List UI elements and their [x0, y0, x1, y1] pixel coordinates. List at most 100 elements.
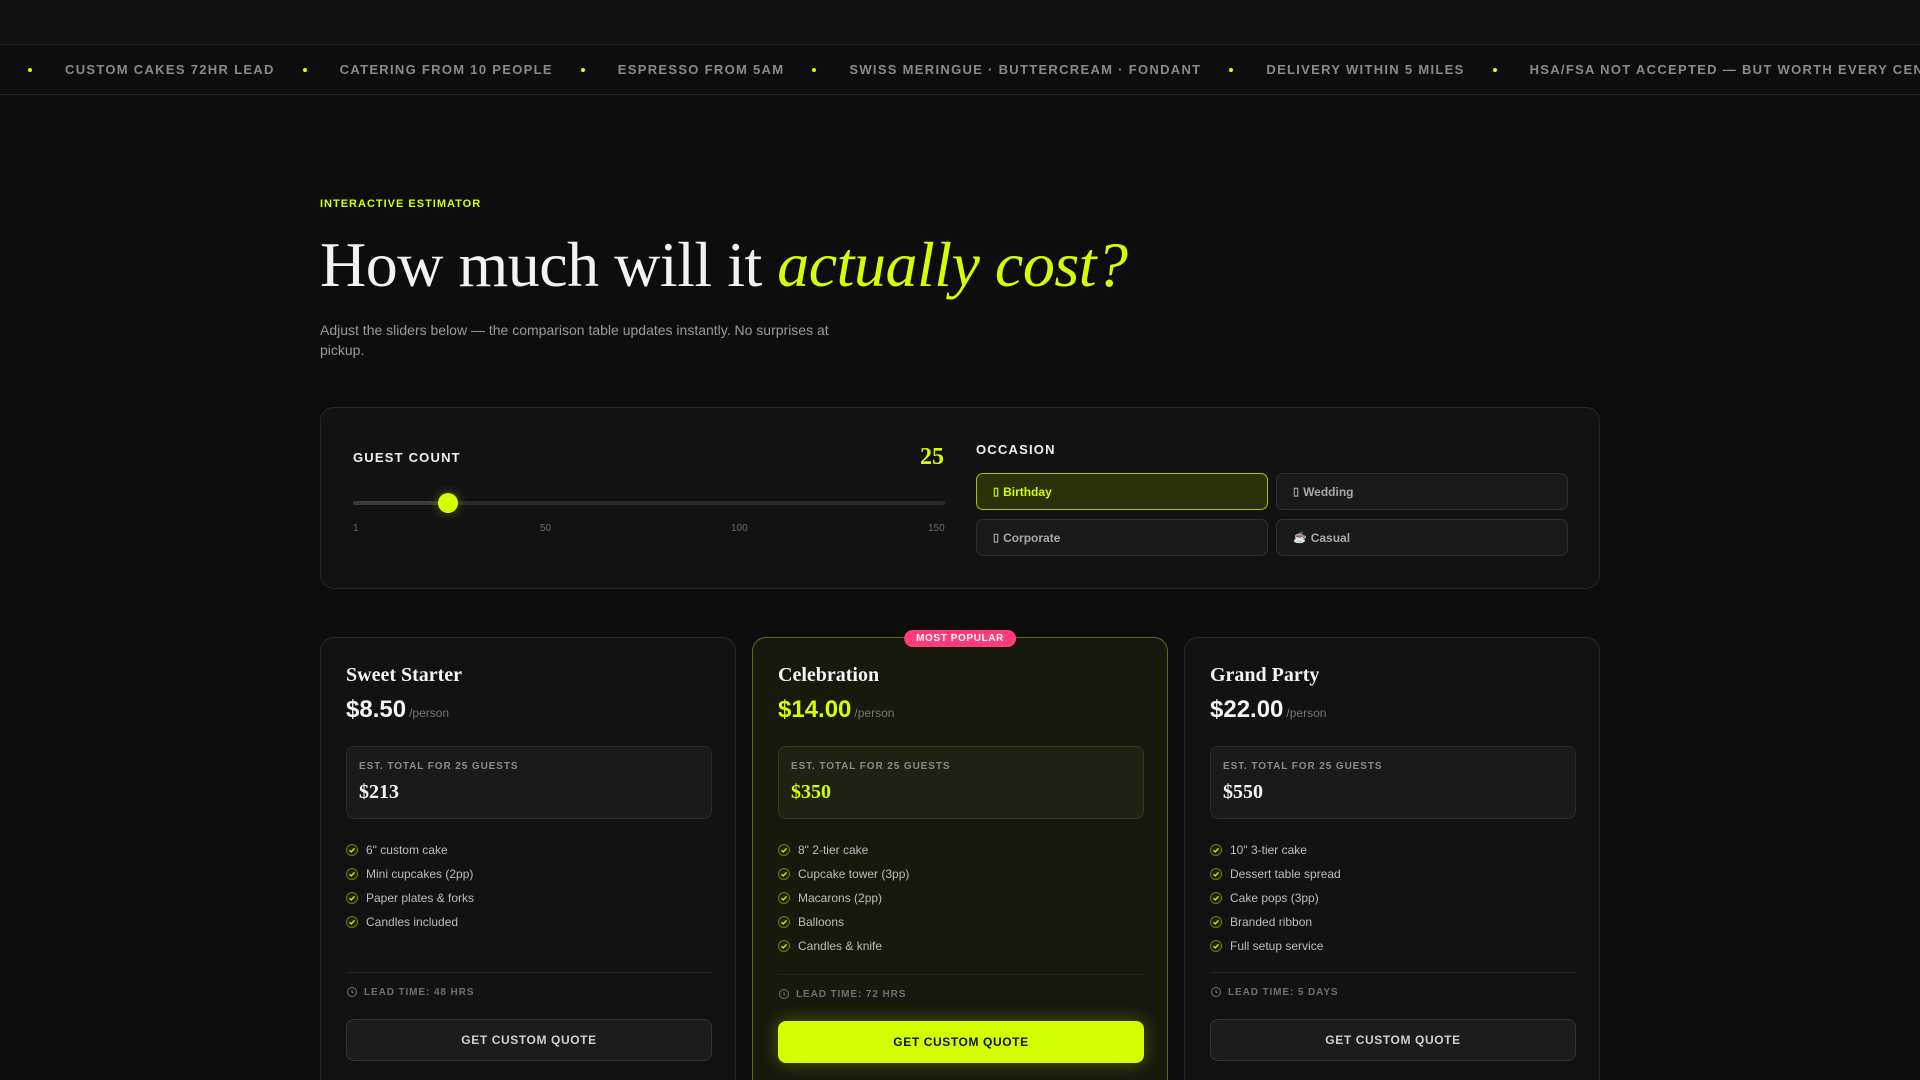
- estimate-total: $213: [359, 781, 399, 803]
- estimator-panel: GUEST COUNT 25 1 50 100 150 OCCASION ▯ B…: [320, 407, 1600, 589]
- feature-list: 6" custom cake Mini cupcakes (2pp) Paper…: [346, 838, 474, 934]
- feature-item: Full setup service: [1210, 934, 1341, 958]
- price-amount: $14.00: [778, 696, 852, 723]
- feature-text: Full setup service: [1230, 939, 1324, 953]
- feature-text: Mini cupcakes (2pp): [366, 867, 474, 881]
- feature-item: 8" 2-tier cake: [778, 838, 909, 862]
- bullet-icon: [302, 67, 307, 72]
- plan-price: $8.50/person: [346, 696, 449, 724]
- feature-item: Branded ribbon: [1210, 910, 1341, 934]
- feature-item: Mini cupcakes (2pp): [346, 862, 474, 886]
- coffee-icon: ☕: [1293, 532, 1307, 544]
- check-icon: [1210, 844, 1222, 856]
- plan-card-grand-party: Grand Party $22.00/person EST. TOTAL FOR…: [1184, 637, 1600, 1080]
- get-quote-button[interactable]: GET CUSTOM QUOTE: [778, 1021, 1144, 1063]
- section-eyebrow: INTERACTIVE ESTIMATOR: [320, 198, 482, 210]
- feature-text: Balloons: [798, 915, 845, 929]
- slider-thumb[interactable]: [438, 493, 459, 513]
- slider-tick-max: 150: [928, 523, 945, 534]
- feature-item: 6" custom cake: [346, 838, 474, 862]
- check-icon: [1210, 916, 1222, 928]
- feature-item: Cake pops (3pp): [1210, 886, 1341, 910]
- estimate-label: EST. TOTAL FOR 25 GUESTS: [1223, 761, 1383, 772]
- plan-card-sweet-starter: Sweet Starter $8.50/person EST. TOTAL FO…: [320, 637, 736, 1080]
- feature-item: 10" 3-tier cake: [1210, 838, 1341, 862]
- feature-item: Cupcake tower (3pp): [778, 862, 909, 886]
- plan-name: Grand Party: [1210, 664, 1320, 686]
- plan-name: Celebration: [778, 664, 880, 686]
- headline-accent: actually cost?: [777, 229, 1128, 300]
- ticker-text: SWISS MERINGUE · BUTTERCREAM · FONDANT: [849, 62, 1202, 77]
- occasion-corporate-button[interactable]: ▯ Corporate: [976, 519, 1268, 556]
- check-icon: [346, 868, 358, 880]
- ticker-item: SWISS MERINGUE · BUTTERCREAM · FONDANT: [784, 62, 1201, 77]
- bullet-icon: [1492, 67, 1497, 72]
- get-quote-button[interactable]: GET CUSTOM QUOTE: [1210, 1019, 1576, 1061]
- lead-time: LEAD TIME: 5 DAYS: [1210, 986, 1339, 998]
- estimate-label: EST. TOTAL FOR 25 GUESTS: [359, 761, 519, 772]
- ticker-text: DELIVERY WITHIN 5 MILES: [1266, 62, 1465, 77]
- announcement-ticker: CUSTOM CAKES 72HR LEAD CATERING FROM 10 …: [0, 45, 1920, 95]
- page-title: How much will it actually cost?: [320, 228, 1128, 302]
- occasion-label-text: Corporate: [1003, 530, 1061, 545]
- bullet-icon: [28, 67, 32, 72]
- check-icon: [1210, 892, 1222, 904]
- ticker-item: CATERING FROM 10 PEOPLE: [275, 62, 553, 77]
- feature-item: Paper plates & forks: [346, 886, 474, 910]
- clock-icon: [779, 989, 789, 999]
- plan-card-celebration: MOST POPULAR Celebration $14.00/person E…: [752, 630, 1168, 1080]
- slider-fill: [353, 501, 449, 505]
- estimate-box: EST. TOTAL FOR 25 GUESTS $350: [778, 746, 1144, 819]
- price-amount: $8.50: [346, 696, 407, 723]
- occasion-label-text: Wedding: [1303, 484, 1354, 499]
- estimate-box: EST. TOTAL FOR 25 GUESTS $213: [346, 746, 712, 819]
- slider-tick-min: 1: [353, 523, 359, 534]
- lead-time-text: LEAD TIME: 72 HRS: [796, 988, 907, 1000]
- estimate-total: $350: [791, 781, 831, 803]
- occasion-casual-button[interactable]: ☕ Casual: [1276, 519, 1568, 556]
- feature-text: Paper plates & forks: [366, 891, 475, 905]
- bullet-icon: [1229, 67, 1234, 72]
- occasion-birthday-button[interactable]: ▯ Birthday: [976, 473, 1268, 510]
- feature-text: Candles & knife: [798, 939, 883, 953]
- get-quote-button[interactable]: GET CUSTOM QUOTE: [346, 1019, 712, 1061]
- slider-tick-100: 100: [731, 523, 748, 534]
- ticker-item: CUSTOM CAKES 72HR LEAD: [0, 62, 275, 77]
- card-divider: [778, 974, 1144, 975]
- check-icon: [1210, 940, 1222, 952]
- most-popular-badge: MOST POPULAR: [904, 630, 1016, 647]
- ticker-text: ESPRESSO FROM 5AM: [617, 62, 785, 77]
- occasion-wedding-button[interactable]: ▯ Wedding: [1276, 473, 1568, 510]
- estimate-box: EST. TOTAL FOR 25 GUESTS $550: [1210, 746, 1576, 819]
- guest-count-label: GUEST COUNT: [353, 450, 461, 465]
- party-icon: ▯: [993, 486, 1000, 498]
- check-icon: [778, 940, 790, 952]
- feature-item: Candles & knife: [778, 934, 909, 958]
- feature-text: 10" 3-tier cake: [1230, 843, 1307, 857]
- lead-time-text: LEAD TIME: 48 HRS: [364, 986, 475, 998]
- lead-time-text: LEAD TIME: 5 DAYS: [1228, 986, 1339, 998]
- ticker-text: CUSTOM CAKES 72HR LEAD: [65, 62, 275, 77]
- slider-tick-50: 50: [540, 523, 552, 534]
- lead-time: LEAD TIME: 72 HRS: [778, 988, 906, 1000]
- feature-item: Macarons (2pp): [778, 886, 909, 910]
- bullet-icon: [580, 67, 585, 72]
- feature-text: Branded ribbon: [1230, 915, 1313, 929]
- feature-text: Cupcake tower (3pp): [798, 867, 910, 881]
- feature-text: Candles included: [366, 915, 459, 929]
- check-icon: [778, 892, 790, 904]
- ticker-item: DELIVERY WITHIN 5 MILES: [1201, 62, 1464, 77]
- check-icon: [1210, 868, 1222, 880]
- price-unit: /person: [409, 706, 450, 720]
- price-unit: /person: [1286, 706, 1327, 720]
- top-bar: [0, 0, 1920, 45]
- feature-item: Candles included: [346, 910, 474, 934]
- check-icon: [778, 868, 790, 880]
- check-icon: [778, 916, 790, 928]
- guest-count-slider[interactable]: [353, 493, 945, 513]
- price-unit: /person: [854, 706, 895, 720]
- ticker-item: ESPRESSO FROM 5AM: [553, 62, 785, 77]
- ticker-text: HSA/FSA NOT ACCEPTED — BUT WORTH EVERY C…: [1529, 62, 1920, 77]
- occasion-label: OCCASION: [976, 442, 1056, 457]
- check-icon: [346, 916, 358, 928]
